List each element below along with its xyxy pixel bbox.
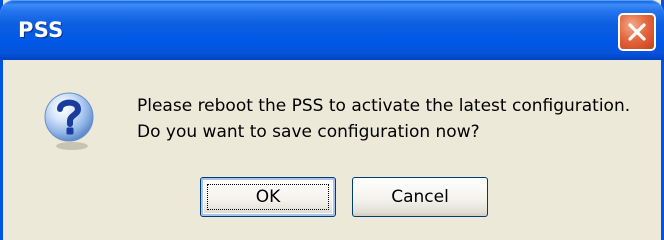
message-line-2: Do you want to save configuration now? <box>137 122 480 142</box>
close-icon <box>628 23 646 41</box>
title-bar[interactable]: PSS <box>0 0 664 60</box>
window-title: PSS <box>18 18 64 42</box>
dialog-window: PSS Please reboot the PSS to activate th… <box>0 0 664 240</box>
cancel-button[interactable]: Cancel <box>352 177 488 217</box>
cancel-button-label: Cancel <box>391 187 449 207</box>
question-icon <box>44 92 94 150</box>
message-line-1: Please reboot the PSS to activate the la… <box>137 96 631 116</box>
ok-button-label: OK <box>255 187 281 207</box>
close-button[interactable] <box>618 13 656 51</box>
dialog-message: Please reboot the PSS to activate the la… <box>137 93 630 145</box>
ok-button[interactable]: OK <box>200 177 336 217</box>
